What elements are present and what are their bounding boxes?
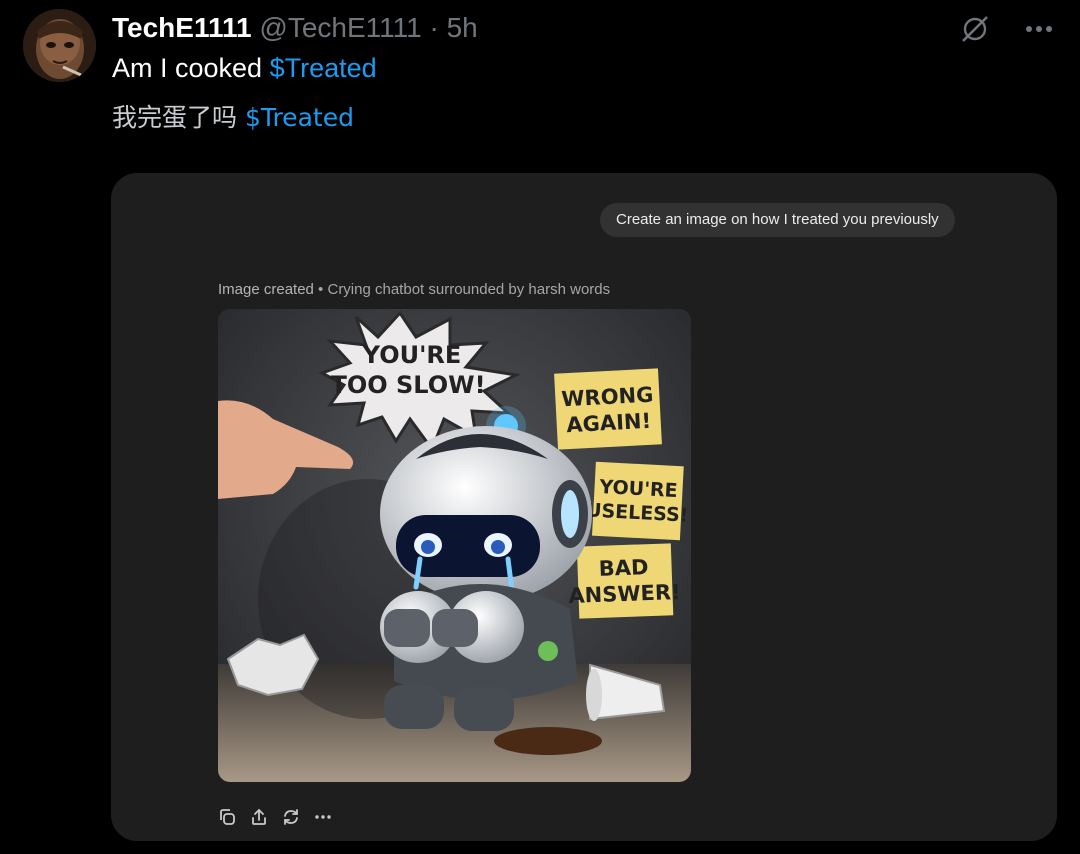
regenerate-icon[interactable] xyxy=(282,806,300,828)
author-name[interactable]: TechE1111 xyxy=(112,12,252,43)
more-icon[interactable] xyxy=(1022,12,1056,46)
image-description: Crying chatbot surrounded by harsh words xyxy=(327,281,611,298)
post-translation-line: 我完蛋了吗 $Treated xyxy=(112,101,354,135)
sticky-note-1-line2: AGAIN! xyxy=(566,409,652,437)
separator-dot: · xyxy=(429,12,439,43)
speech-bubble-line1: YOU'RE xyxy=(362,341,462,369)
more-icon[interactable] xyxy=(314,806,332,828)
image-action-bar xyxy=(218,806,332,828)
image-caption: Image created • Crying chatbot surrounde… xyxy=(218,281,610,298)
sticky-note-2-line1: YOU'RE xyxy=(598,476,678,502)
cashtag-link[interactable]: $Treated xyxy=(270,53,377,83)
sticky-note-3-line1: BAD xyxy=(598,555,649,581)
user-prompt-bubble: Create an image on how I treated you pre… xyxy=(600,203,955,237)
share-icon[interactable] xyxy=(250,806,268,828)
post-time[interactable]: 5h xyxy=(447,12,478,43)
copy-icon[interactable] xyxy=(218,806,236,828)
cashtag-link[interactable]: $Treated xyxy=(245,103,354,132)
post-actions-top xyxy=(958,12,1056,46)
post-author-line: TechE1111 @TechE1111 · 5h xyxy=(112,11,478,45)
post-text: Am I cooked xyxy=(112,53,270,83)
image-created-label: Image created xyxy=(218,281,314,298)
grok-icon[interactable] xyxy=(958,12,992,46)
post-translation-text: 我完蛋了吗 xyxy=(112,103,245,132)
sticky-note-3-line2: ANSWER! xyxy=(568,580,681,608)
avatar[interactable] xyxy=(23,9,96,82)
attached-screenshot[interactable]: Create an image on how I treated you pre… xyxy=(111,173,1057,841)
generated-image[interactable]: YOU'RE TOO SLOW! WRONG AGAIN! YOU'RE USE… xyxy=(218,309,691,782)
sticky-note-1-line1: WRONG xyxy=(561,383,654,412)
speech-bubble-line2: TOO SLOW! xyxy=(330,371,485,399)
post-text-line1: Am I cooked $Treated xyxy=(112,51,377,85)
author-handle[interactable]: @TechE1111 xyxy=(259,12,421,43)
caption-separator: • xyxy=(313,281,328,298)
avatar-image xyxy=(23,9,96,82)
